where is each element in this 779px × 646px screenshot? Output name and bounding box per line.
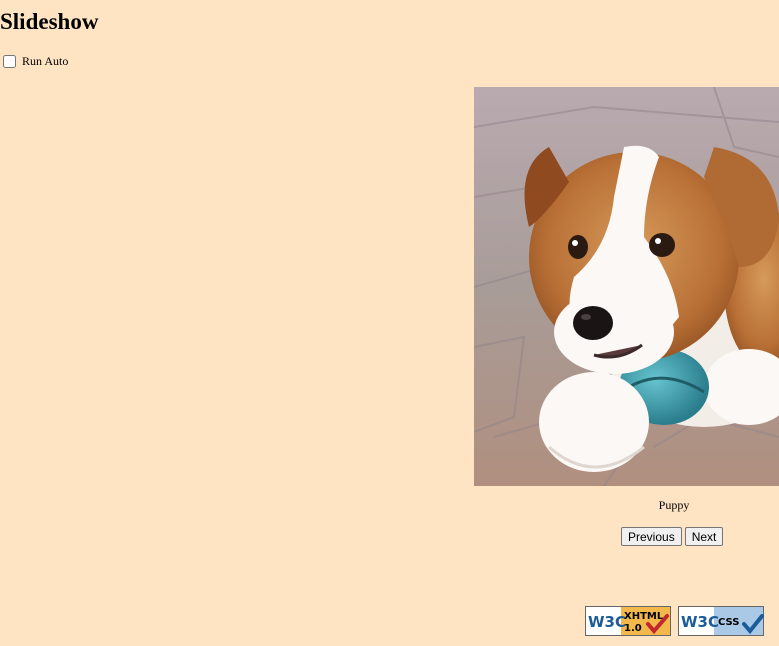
run-auto-label: Run Auto: [22, 54, 69, 68]
w3c-logo-text: W3C: [588, 613, 626, 631]
slide-caption: Puppy: [658, 498, 690, 512]
xhtml-badge-label: XHTML: [624, 611, 664, 622]
run-auto-checkbox[interactable]: [3, 55, 16, 68]
page-title: Slideshow: [0, 9, 99, 34]
run-auto-control[interactable]: Run Auto: [2, 54, 68, 69]
slide-image: [474, 87, 779, 486]
validation-badges: W3C XHTML 1.0 W3C CSS: [585, 606, 764, 636]
previous-button[interactable]: Previous: [621, 527, 682, 546]
w3c-logo-text: W3C: [681, 613, 719, 631]
slide-navigation: Previous Next: [621, 527, 724, 546]
w3c-css-badge[interactable]: W3C CSS: [678, 606, 764, 636]
css-badge-label: CSS: [718, 617, 739, 628]
puppy-photo: [474, 87, 779, 486]
w3c-xhtml-badge[interactable]: W3C XHTML 1.0: [585, 606, 671, 636]
next-button[interactable]: Next: [684, 527, 724, 546]
xhtml-badge-version: 1.0: [624, 623, 642, 634]
